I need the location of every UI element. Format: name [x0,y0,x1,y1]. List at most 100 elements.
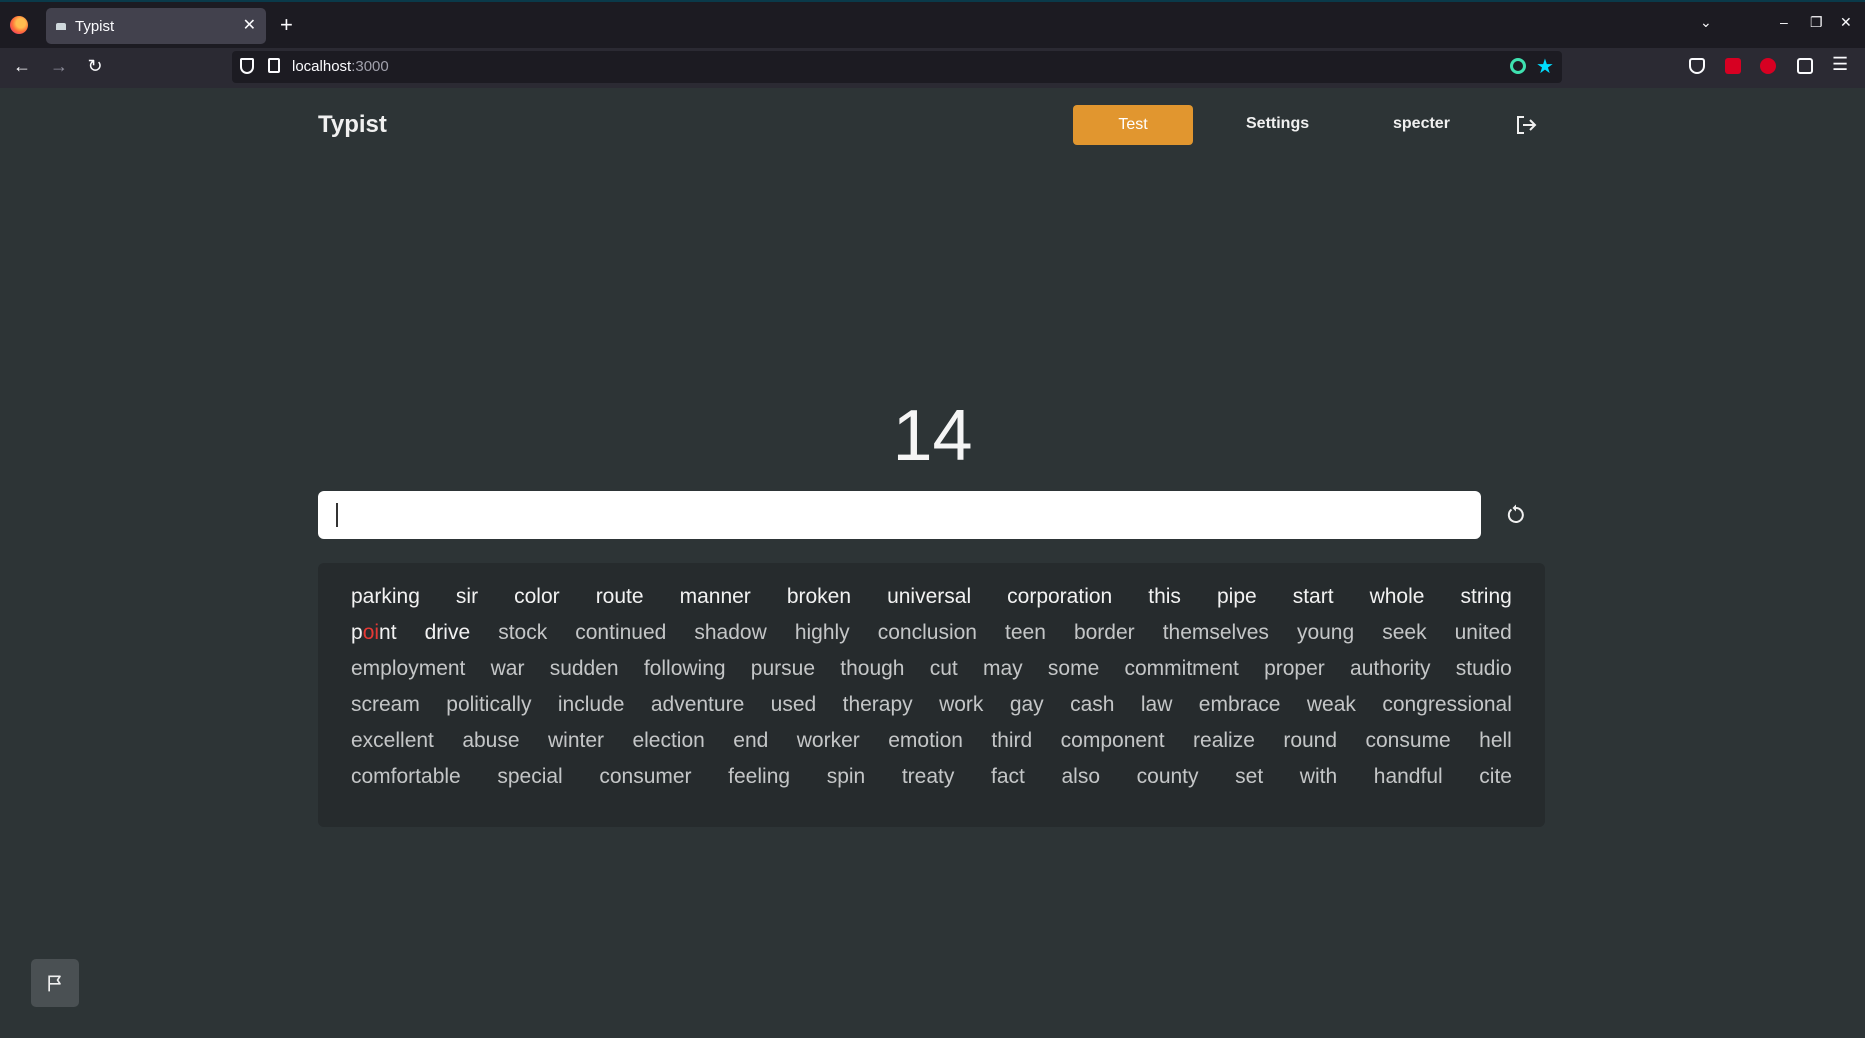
word-remaining: nt [379,621,397,644]
reload-icon[interactable]: ↻ [83,56,107,77]
url-text[interactable]: localhost:3000 [292,58,389,75]
logout-icon[interactable] [1514,113,1538,137]
word: special [497,765,563,788]
settings-link[interactable]: Settings [1246,115,1309,133]
word: winter [547,729,605,752]
word: united [1454,621,1512,644]
word: employment [351,657,466,680]
word: start [1292,585,1334,608]
word: congressional [1382,693,1512,716]
word: county [1136,765,1199,788]
word: string [1460,585,1512,608]
word: proper [1264,657,1325,680]
url-bar[interactable] [232,51,1562,83]
bookmark-star-icon[interactable]: ★ [1536,54,1554,79]
extension-ring-icon[interactable] [1510,58,1526,74]
word: route [595,585,644,608]
minimize-icon[interactable]: – [1780,14,1788,30]
word: themselves [1162,621,1269,644]
page-info-icon[interactable] [268,58,280,73]
word: cite [1479,765,1512,788]
word: commitment [1124,657,1239,680]
word: parking [351,585,420,608]
extension-lock-icon[interactable] [1760,58,1776,74]
word: consumer [599,765,692,788]
word: election [632,729,705,752]
word: component [1060,729,1165,752]
word: teen [1005,621,1046,644]
extensions-puzzle-icon[interactable] [1797,58,1813,74]
word: following [643,657,726,680]
user-link[interactable]: specter [1393,115,1450,133]
word: studio [1455,657,1512,680]
word: used [770,693,817,716]
word-row: employment war sudden following pursue though… [351,657,1512,693]
close-tab-icon[interactable]: ✕ [243,15,256,35]
current-word: point [351,621,397,657]
app-header: Typist Test Settings specter [318,105,1544,147]
word: sir [455,585,479,608]
word: corporation [1007,585,1113,608]
word: worker [796,729,860,752]
word: feeling [728,765,791,788]
tab-favicon-icon [56,22,66,30]
word: universal [887,585,972,608]
word: may [982,657,1023,680]
url-host: localhost [292,58,352,75]
word: embrace [1198,693,1281,716]
pocket-icon[interactable] [1689,58,1705,74]
brand-title[interactable]: Typist [318,111,387,139]
restart-icon[interactable] [1504,503,1528,527]
report-flag-button[interactable] [31,959,79,1007]
word: abuse [462,729,520,752]
close-window-icon[interactable]: ✕ [1840,14,1852,31]
word: war [490,657,525,680]
firefox-logo-icon[interactable] [10,16,28,34]
hamburger-menu-icon[interactable]: ☰ [1832,54,1848,75]
word: pursue [750,657,816,680]
word: hell [1479,729,1512,752]
word: with [1299,765,1338,788]
word: conclusion [877,621,977,644]
word-row: scream politically include adventure used the… [351,693,1512,729]
word: though [840,657,905,680]
word: gay [1009,693,1044,716]
word: continued [575,621,667,644]
word: pipe [1216,585,1257,608]
word: round [1283,729,1338,752]
word: color [514,585,560,608]
word: law [1140,693,1173,716]
extension-red-icon[interactable] [1725,58,1741,74]
word: third [991,729,1033,752]
word: politically [446,693,532,716]
browser-tab-bar: Typist ✕ + ⌄ – ❐ ✕ [0,0,1865,48]
word: handful [1373,765,1443,788]
word: whole [1369,585,1425,608]
word: set [1235,765,1264,788]
word-typed-correct: p [351,621,363,644]
restore-icon[interactable]: ❐ [1810,14,1823,31]
browser-tab[interactable]: Typist ✕ [46,8,266,44]
back-icon[interactable]: ← [10,56,34,77]
word: this [1148,585,1181,608]
tracking-shield-icon[interactable] [240,58,254,74]
word: cash [1070,693,1115,716]
word: consume [1365,729,1451,752]
word: highly [794,621,850,644]
word: some [1047,657,1100,680]
flag-icon [48,975,61,992]
typing-input[interactable] [318,491,1481,539]
word: also [1061,765,1101,788]
word: therapy [842,693,913,716]
chevron-down-icon[interactable]: ⌄ [1700,14,1712,31]
word: manner [679,585,751,608]
word: drive [424,621,471,644]
forward-icon[interactable]: → [47,56,71,77]
word-row: excellent abuse winter election end worker emo… [351,729,1512,765]
word: weak [1306,693,1356,716]
new-tab-icon[interactable]: + [280,12,293,38]
test-button[interactable]: Test [1073,105,1193,145]
countdown-timer: 14 [892,396,973,476]
tab-title: Typist [75,17,115,35]
word-typed-error: oi [362,621,380,644]
